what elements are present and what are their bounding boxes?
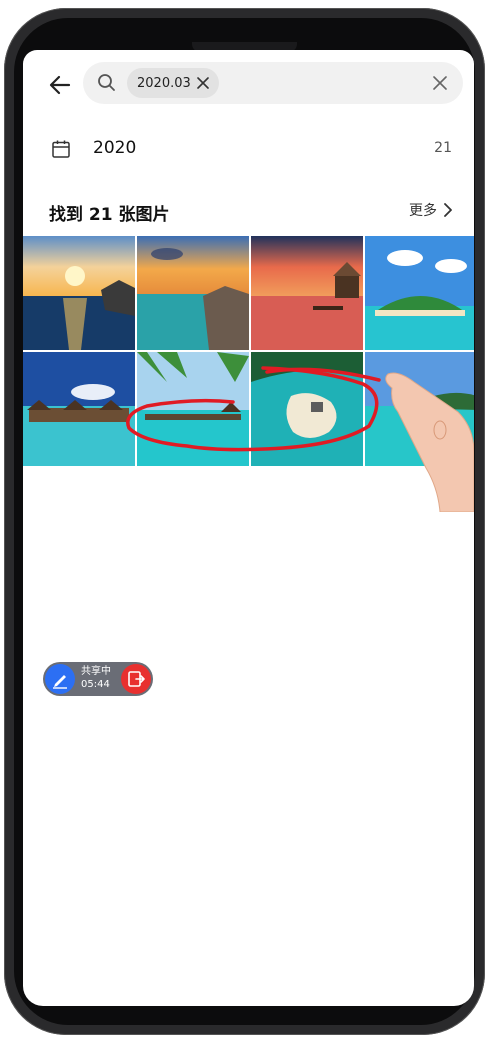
- share-timer: 05:44: [81, 679, 110, 690]
- screen-share-pill[interactable]: 共享中 05:44: [43, 662, 153, 696]
- date-count: 21: [434, 140, 452, 156]
- more-label: 更多: [409, 203, 437, 219]
- photo-thumbnail[interactable]: [251, 352, 363, 466]
- photo-thumbnail[interactable]: [23, 352, 135, 466]
- photo-thumbnail[interactable]: [137, 352, 249, 466]
- more-button[interactable]: 更多: [409, 200, 452, 220]
- share-status-label: 共享中: [81, 666, 111, 677]
- search-icon: [98, 74, 115, 91]
- clear-search-icon[interactable]: [433, 76, 447, 90]
- photo-thumbnail[interactable]: [137, 236, 249, 350]
- screen: 2020.03 2020 21 找到 21 张图片 更多 共享中 05:44: [23, 50, 474, 1006]
- close-icon[interactable]: [196, 77, 209, 89]
- photo-thumbnail[interactable]: [251, 236, 363, 350]
- exit-icon: [128, 671, 145, 687]
- top-bar: 2020.03: [23, 50, 474, 120]
- back-arrow-icon[interactable]: [47, 72, 73, 98]
- search-chip-label: 2020.03: [137, 75, 191, 91]
- chevron-right-icon: [444, 203, 452, 217]
- stop-share-button[interactable]: [121, 664, 151, 694]
- results-title: 找到 21 张图片: [49, 205, 170, 225]
- photo-thumbnail[interactable]: [23, 236, 135, 350]
- search-chip[interactable]: 2020.03: [127, 68, 219, 98]
- photo-thumbnail[interactable]: [365, 236, 474, 350]
- date-filter-row[interactable]: 2020 21: [23, 130, 474, 170]
- calendar-icon: [52, 140, 70, 158]
- hand-icon: [385, 372, 474, 512]
- search-bar[interactable]: 2020.03: [83, 62, 463, 104]
- share-status: 共享中 05:44: [81, 665, 111, 691]
- pen-icon: [53, 675, 67, 689]
- annotate-button[interactable]: [45, 664, 75, 694]
- date-label: 2020: [93, 138, 137, 158]
